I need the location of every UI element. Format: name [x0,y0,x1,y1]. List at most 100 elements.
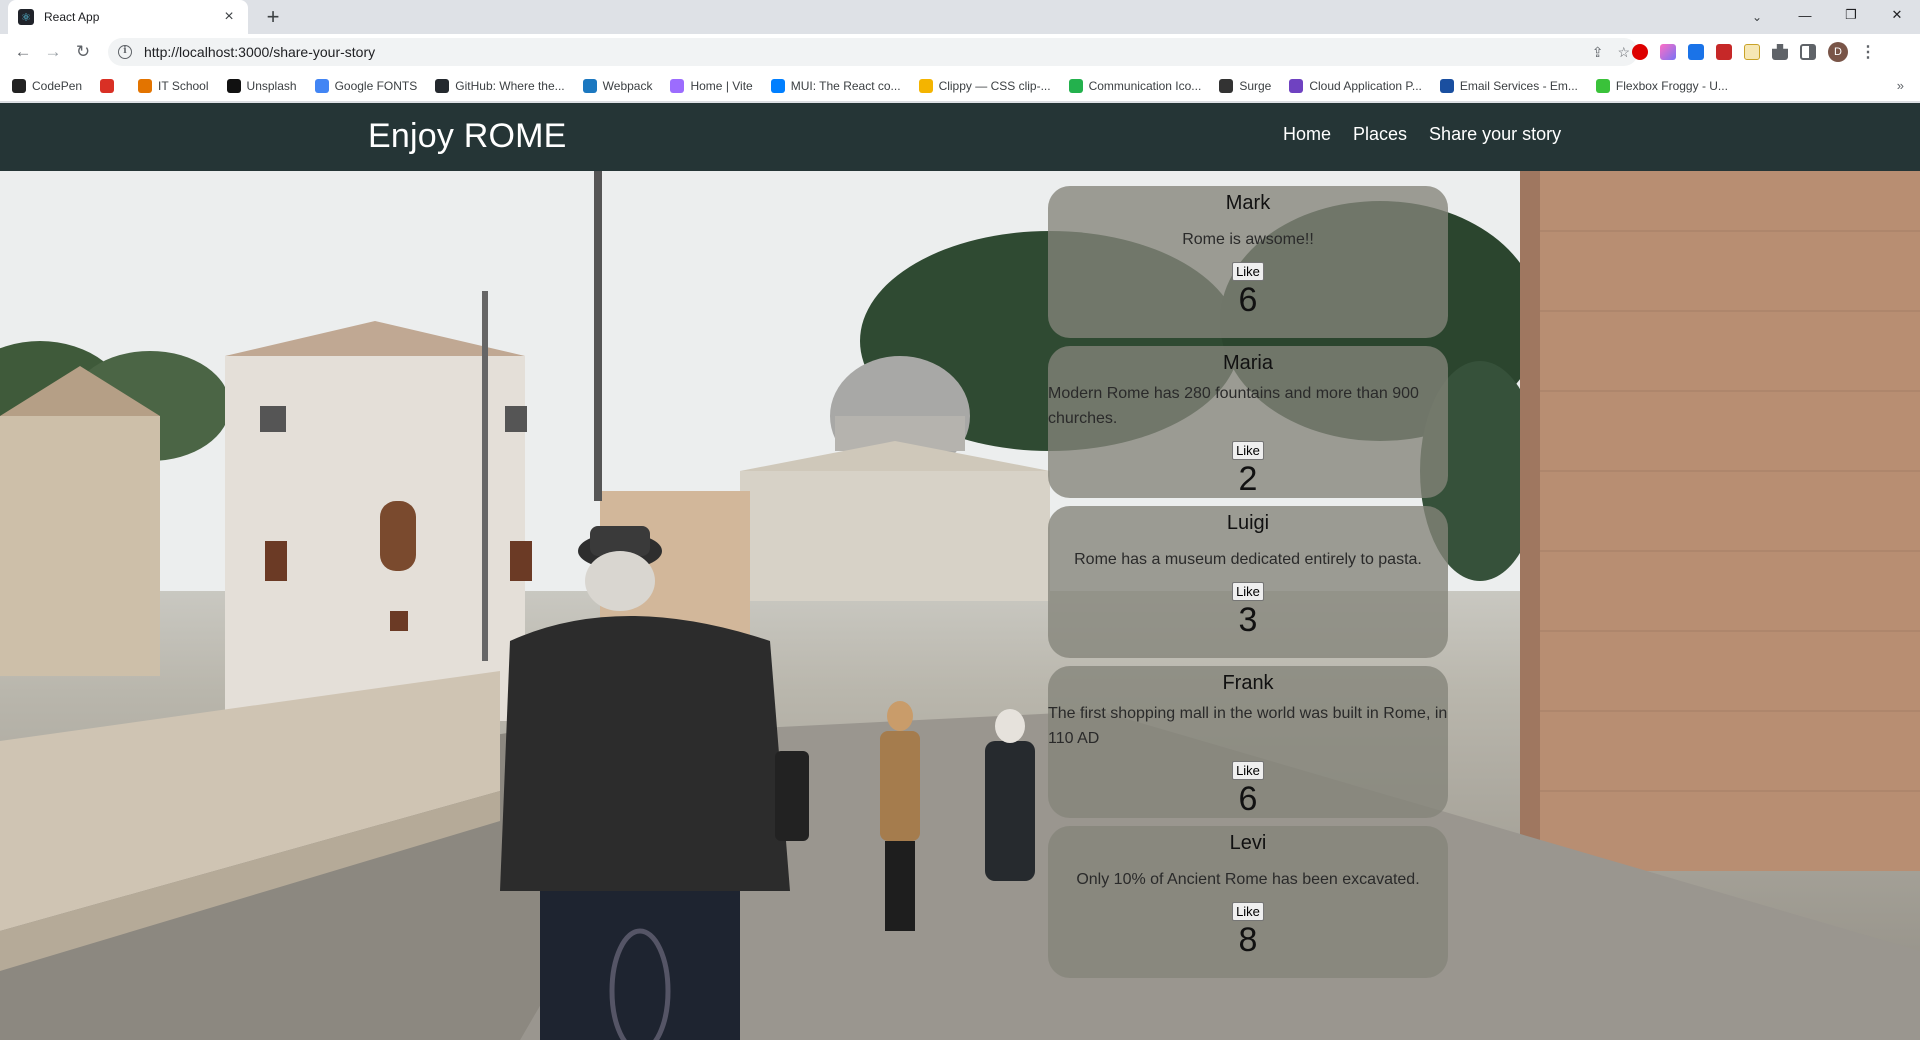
bookmark-label: Flexbox Froggy - U... [1615,78,1728,93]
bookmark-favicon-icon [918,78,933,93]
minimize-icon[interactable]: — [1782,0,1828,30]
bookmark-label: Clippy — CSS clip-... [938,78,1051,93]
bookmark-favicon-icon [582,78,597,93]
bookmark-favicon-icon [670,78,685,93]
side-panel-icon[interactable] [1800,44,1816,60]
yellow-extension-icon[interactable] [1744,44,1760,60]
story-author: Levi [1229,832,1267,854]
browser-tab[interactable]: ⚛ React App × [8,0,248,34]
bookmark-label: Unsplash [246,78,297,93]
bookmark-item[interactable]: GitHub: Where the... [435,78,565,93]
like-count: 2 [1238,460,1258,498]
bookmark-item[interactable] [100,78,120,93]
bookmark-item[interactable]: Webpack [582,78,653,93]
bookmark-label: Communication Ico... [1088,78,1202,93]
story-author: Mark [1225,192,1271,214]
window-controls: — ❐ ✕ [1782,0,1920,30]
close-tab-icon[interactable]: × [220,8,238,26]
like-button[interactable]: Like [1232,902,1264,921]
bookmark-item[interactable]: Email Services - Em... [1439,78,1578,93]
url-text[interactable]: http://localhost:3000/share-your-story [144,44,375,60]
forward-arrow-icon[interactable]: → [38,37,68,67]
share-icon[interactable]: ⇪ [1592,44,1604,61]
bookmark-label: MUI: The React co... [790,78,901,93]
extensions-area: D ⋮ [1632,38,1876,66]
bookmark-item[interactable]: Flexbox Froggy - U... [1595,78,1728,93]
like-count: 8 [1238,921,1258,959]
bookmark-label: Webpack [602,78,653,93]
react-favicon-icon: ⚛ [18,9,34,25]
new-tab-button[interactable]: + [260,4,286,30]
bookmark-favicon-icon [226,78,241,93]
tab-search-chevron-icon[interactable]: ⌄ [1744,4,1770,30]
bookmark-item[interactable]: MUI: The React co... [770,78,901,93]
site-info-icon[interactable]: i [118,45,132,59]
reload-icon[interactable]: ↻ [68,37,98,67]
bookmark-item[interactable]: Google FONTS [314,78,418,93]
bookmark-item[interactable]: Communication Ico... [1068,78,1202,93]
nav-link-home[interactable]: Home [1283,124,1331,145]
bookmark-item[interactable]: Clippy — CSS clip-... [918,78,1051,93]
story-card: Luigi Rome has a museum dedicated entire… [1048,506,1448,658]
story-card: Levi Only 10% of Ancient Rome has been e… [1048,826,1448,978]
bookmark-favicon-icon [435,78,450,93]
bookmark-label: IT School [158,78,209,93]
back-arrow-icon[interactable]: ← [8,37,38,67]
nav-link-places[interactable]: Places [1353,124,1407,145]
bookmark-item[interactable]: Home | Vite [670,78,753,93]
bookmark-label: Google FONTS [334,78,418,93]
bookmark-favicon-icon [138,78,153,93]
bookmark-item[interactable]: CodePen [12,78,82,93]
bookmark-favicon-icon [1439,78,1454,93]
like-count: 6 [1238,281,1258,319]
bookmark-label: Surge [1239,78,1272,93]
story-card: Mark Rome is awsome!! Like 6 [1048,186,1448,338]
omnibox-actions: ⇪ ☆ [1592,38,1630,66]
page-viewport: Enjoy ROME Home Places Share your story [0,103,1920,1040]
site-brand[interactable]: Enjoy ROME [368,117,567,156]
bookmark-label: Cloud Application P... [1309,78,1422,93]
story-text: The first shopping mall in the world was… [1048,705,1448,747]
bookmark-favicon-icon [1289,78,1304,93]
bookmark-item[interactable]: Cloud Application P... [1289,78,1422,93]
bookmark-label: Home | Vite [690,78,753,93]
like-count: 6 [1238,780,1258,818]
bookmark-favicon-icon [1595,78,1610,93]
story-author: Maria [1222,352,1273,374]
like-button[interactable]: Like [1232,262,1264,281]
address-bar[interactable]: i http://localhost:3000/share-your-story… [108,38,1638,66]
bookmark-favicon-icon [1068,78,1083,93]
rome-street-illustration [0,171,1920,1040]
story-text: Rome is awsome!! [1182,231,1314,248]
stories-list: Mark Rome is awsome!! Like 6 Maria Moder… [1048,186,1448,986]
red-extension-icon[interactable] [1716,44,1732,60]
like-button[interactable]: Like [1232,761,1264,780]
close-window-icon[interactable]: ✕ [1874,0,1920,30]
opera-extension-icon[interactable] [1632,44,1648,60]
bookmarks-bar: CodePen IT School Unsplash Google FONTS GitH… [0,70,1920,102]
story-card: Frank The first shopping mall in the wor… [1048,666,1448,818]
site-navbar: Enjoy ROME Home Places Share your story [0,103,1920,171]
bookmark-label: GitHub: Where the... [455,78,565,93]
browser-menu-icon[interactable]: ⋮ [1860,42,1876,62]
nav-link-share-your-story[interactable]: Share your story [1429,124,1561,145]
bookmark-item[interactable]: Surge [1219,78,1272,93]
bookmark-favicon-icon [314,78,329,93]
gradient-extension-icon[interactable] [1660,44,1676,60]
story-text: Only 10% of Ancient Rome has been excava… [1076,871,1420,888]
bookmark-favicon-icon [12,78,26,93]
story-text: Modern Rome has 280 fountains and more t… [1048,385,1419,427]
tab-strip: ⚛ React App × + ⌄ — ❐ ✕ [0,0,1920,34]
profile-avatar[interactable]: D [1828,42,1848,62]
screen-extension-icon[interactable] [1688,44,1704,60]
bookmark-star-icon[interactable]: ☆ [1617,44,1630,61]
like-button[interactable]: Like [1232,441,1264,460]
like-button[interactable]: Like [1232,582,1264,601]
bookmark-item[interactable]: IT School [138,78,209,93]
bookmark-item[interactable]: Unsplash [226,78,297,93]
tab-title: React App [44,10,100,24]
more-bookmarks-icon[interactable]: » [1897,78,1904,93]
story-card: Maria Modern Rome has 280 fountains and … [1048,346,1448,498]
restore-icon[interactable]: ❐ [1828,0,1874,30]
puzzle-extensions-icon[interactable] [1772,44,1788,60]
